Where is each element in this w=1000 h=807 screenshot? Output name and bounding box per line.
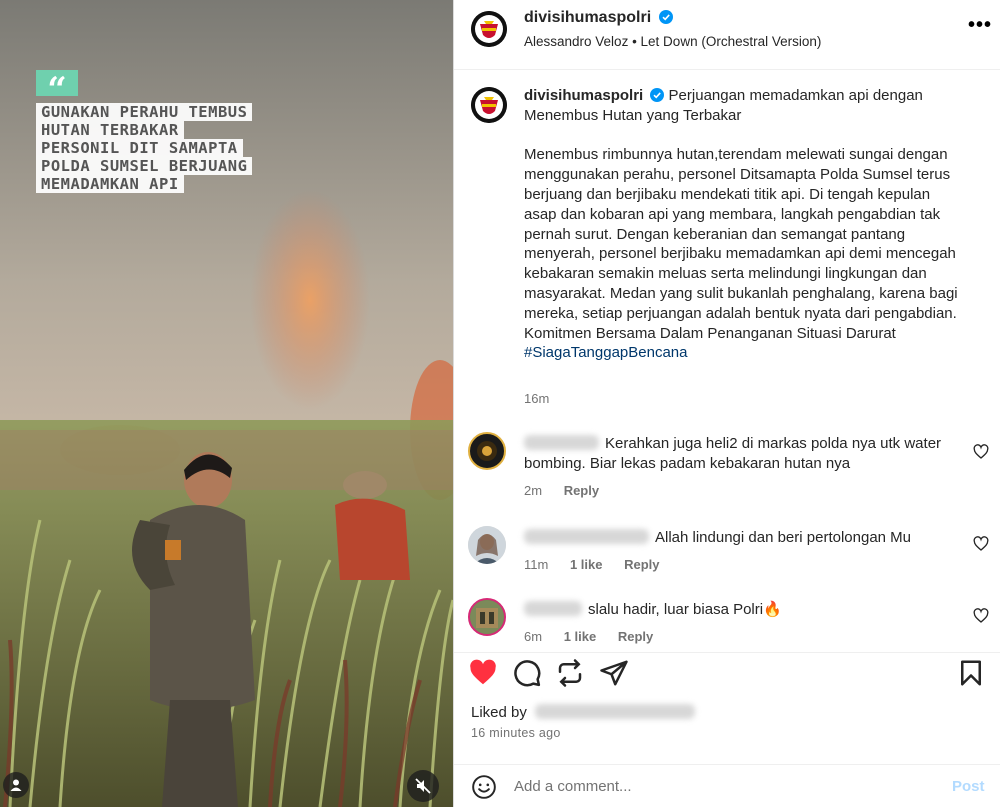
comment-time: 2m [524,483,543,498]
post-header: divisihumaspolri Alessandro Veloz • Let … [454,0,1000,70]
comment-likes[interactable]: 1 like [570,557,603,572]
comment-like-icon[interactable] [973,536,989,552]
more-icon: ••• [968,14,993,36]
comment-meta: 11m 1 like Reply [524,557,678,572]
caption-body: Menembus rimbunnya hutan,terendam melewa… [524,146,958,342]
comment-time: 11m [524,557,549,572]
send-icon[interactable] [599,658,629,688]
post-comment-button[interactable]: Post [952,778,985,795]
comment-text: slalu hadir, luar biasa Polri🔥 [524,600,944,620]
post-timestamp: 16 minutes ago [471,726,561,740]
comment-text: Kerahkan juga heli2 di markas polda nya … [524,434,944,474]
tagged-users-button[interactable] [3,772,29,798]
account-avatar[interactable] [471,11,507,47]
post-media[interactable]: “ GUNAKAN PERAHU TEMBUS HUTAN TERBAKAR P… [0,0,453,807]
comment-like-icon[interactable] [973,444,989,460]
commenter-avatar[interactable] [468,598,506,636]
comment-body: slalu hadir, luar biasa Polri🔥 [588,601,782,618]
quote-badge: “ [36,70,78,110]
header-username[interactable]: divisihumaspolri [524,9,673,27]
action-bar [454,652,1000,692]
more-options-button[interactable]: ••• [968,14,992,37]
post-details-panel: divisihumaspolri Alessandro Veloz • Let … [453,0,1000,807]
overlay-line: POLDA SUMSEL BERJUANG [36,157,253,175]
verified-icon [658,10,673,24]
save-icon[interactable] [956,658,986,688]
comment-body: Allah lindungi dan beri pertolongan Mu [655,529,912,546]
caption-timestamp: 16m [524,391,550,406]
comment-meta: 2m Reply [524,483,617,498]
caption-avatar[interactable] [471,87,507,123]
instagram-post-view: “ GUNAKAN PERAHU TEMBUS HUTAN TERBAKAR P… [0,0,1000,807]
reply-button[interactable]: Reply [618,629,653,644]
heart-icon[interactable] [468,658,498,688]
mute-icon [415,778,431,794]
header-username-text[interactable]: divisihumaspolri [524,9,651,26]
overlay-line: GUNAKAN PERAHU TEMBUS [36,103,253,121]
video-text-overlay: GUNAKAN PERAHU TEMBUS HUTAN TERBAKAR PER… [36,103,253,193]
blurred-liker-names[interactable] [535,704,696,719]
overlay-line: MEMADAMKAN API [36,175,184,193]
polri-logo-icon [471,87,507,123]
verified-icon [650,88,665,102]
blurred-username [524,435,599,450]
reply-button[interactable]: Reply [624,557,659,572]
mute-button[interactable] [407,770,439,802]
commenter-avatar[interactable] [468,432,506,470]
blurred-username [524,529,649,544]
hashtag-link[interactable]: #SiagaTanggapBencana [524,343,964,363]
overlay-line: PERSONIL DIT SAMAPTA [36,139,243,157]
comment-likes[interactable]: 1 like [564,629,597,644]
blurred-username [524,601,582,616]
post-caption: divisihumaspolri Perjuangan memadamkan a… [524,86,964,363]
avatar-image-icon [468,526,506,564]
comment-like-icon[interactable] [973,608,989,624]
overlay-line: HUTAN TERBAKAR [36,121,184,139]
comment-input[interactable] [514,773,914,799]
caption-username[interactable]: divisihumaspolri [524,87,643,104]
avatar-image-icon [470,600,504,634]
avatar-image-icon [477,441,497,461]
liked-by: Liked by [471,704,701,721]
commenter-avatar[interactable] [468,526,506,564]
polri-logo-icon [471,11,507,47]
comment-time: 6m [524,629,543,644]
user-tag-icon [10,779,22,791]
audio-track-link[interactable]: Alessandro Veloz • Let Down (Orchestral … [524,34,821,49]
comment-meta: 6m 1 like Reply [524,629,671,644]
reply-button[interactable]: Reply [564,483,599,498]
comment-bar: Post [454,764,1000,807]
share-icon[interactable] [555,658,585,688]
emoji-icon[interactable] [471,774,497,800]
comment-icon[interactable] [512,658,542,688]
liked-by-label: Liked by [471,704,527,721]
comment-text: Allah lindungi dan beri pertolongan Mu [524,528,944,548]
